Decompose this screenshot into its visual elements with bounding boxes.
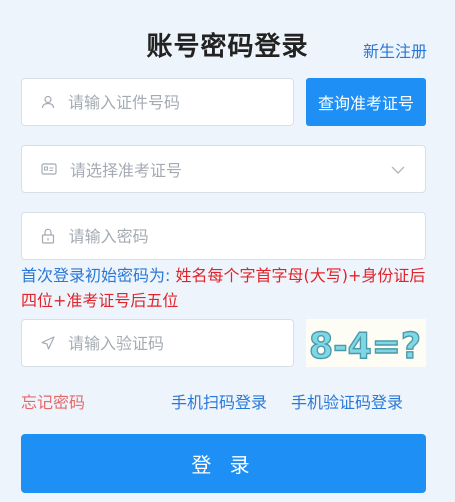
- login-button[interactable]: 登 录: [21, 434, 426, 493]
- hint-label: 首次登录初始密码为:: [21, 266, 176, 285]
- captcha-field[interactable]: [21, 319, 294, 367]
- id-number-field[interactable]: [21, 78, 294, 126]
- query-ticket-button[interactable]: 查询准考证号: [306, 78, 426, 126]
- register-link[interactable]: 新生注册: [363, 38, 427, 62]
- send-icon: [40, 334, 56, 352]
- scan-login-link[interactable]: 手机扫码登录: [171, 389, 267, 413]
- chevron-down-icon: [391, 160, 405, 179]
- user-icon: [40, 93, 56, 111]
- sms-login-link[interactable]: 手机验证码登录: [291, 389, 403, 413]
- forgot-password-link[interactable]: 忘记密码: [21, 389, 85, 413]
- password-input[interactable]: [68, 226, 425, 246]
- ticket-select[interactable]: 请选择准考证号: [21, 145, 426, 193]
- id-number-input[interactable]: [68, 92, 293, 112]
- captcha-input[interactable]: [68, 333, 293, 353]
- id-card-icon: [40, 160, 58, 178]
- ticket-select-placeholder: 请选择准考证号: [70, 161, 183, 180]
- password-field[interactable]: [21, 212, 426, 260]
- lock-icon: [40, 227, 57, 245]
- captcha-text: 8-4=?: [309, 326, 421, 367]
- captcha-image[interactable]: 8-4=?: [306, 319, 426, 368]
- initial-password-hint: 首次登录初始密码为: 姓名每个字首字母(大写)+身份证后四位+准考证号后五位: [21, 263, 433, 313]
